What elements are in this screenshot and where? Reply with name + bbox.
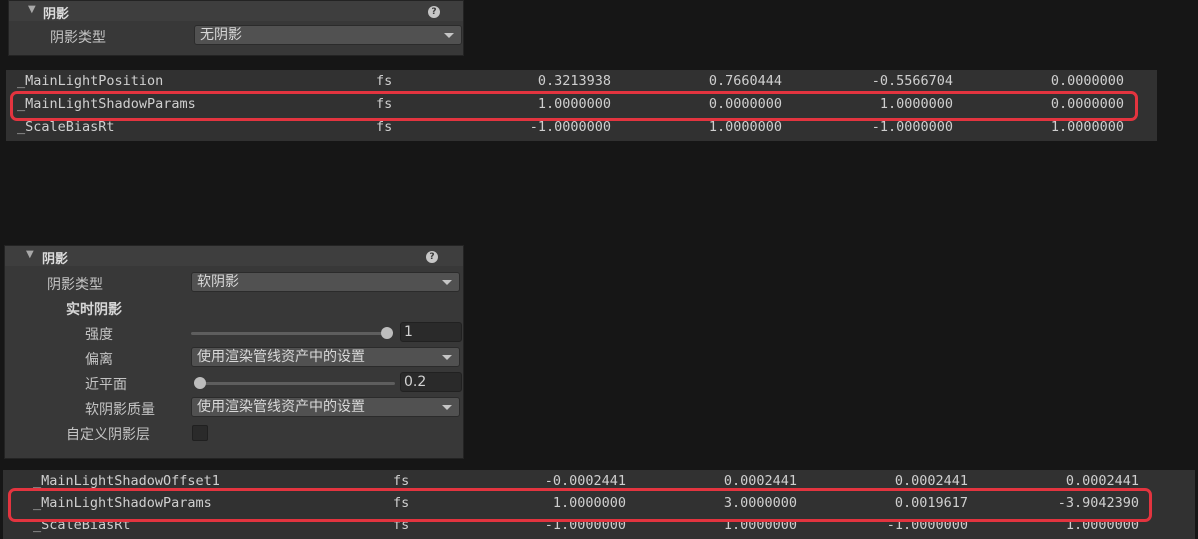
param-value-w: 1.0000000 [1050, 119, 1124, 135]
near-plane-slider-knob[interactable] [194, 377, 206, 389]
panel-title: 阴影 [42, 252, 69, 267]
param-value-z: 0.0002441 [894, 473, 968, 489]
param-name: _MainLightPosition [17, 73, 164, 89]
realtime-shadows-header: 实时阴影 [66, 302, 122, 318]
shadow-type-dropdown[interactable]: 软阴影 [191, 272, 460, 292]
chevron-down-icon [442, 280, 452, 285]
soft-shadow-quality-value: 使用渲染管线资产中的设置 [197, 399, 365, 415]
foldout-triangle-icon[interactable]: ▼ [28, 4, 36, 15]
param-type: fs [393, 473, 410, 489]
shadow-type-value: 无阴影 [200, 27, 242, 43]
param-value-y: 1.0000000 [708, 119, 782, 135]
near-plane-label: 近平面 [85, 377, 127, 393]
near-plane-value: 0.2 [404, 374, 427, 390]
strength-value: 1 [404, 324, 413, 340]
near-plane-slider-track[interactable] [195, 382, 395, 385]
highlight-box [8, 488, 1152, 522]
soft-shadow-quality-dropdown[interactable]: 使用渲染管线资产中的设置 [191, 397, 460, 417]
bias-value: 使用渲染管线资产中的设置 [197, 349, 365, 365]
table-row: _ScaleBiasRt fs -1.0000000 1.0000000 -1.… [6, 119, 1157, 139]
soft-shadow-quality-label: 软阴影质量 [85, 402, 155, 418]
shadow-type-value: 软阴影 [197, 274, 239, 290]
strength-slider-track[interactable] [191, 332, 391, 335]
param-value-x: 0.3213938 [537, 73, 611, 89]
shadow-panel-bottom: ▼ 阴影 ? 阴影类型 软阴影 实时阴影 强度 1 偏离 使用渲染管线资产中的设… [4, 245, 464, 459]
custom-shadow-layers-checkbox[interactable] [192, 425, 208, 441]
near-plane-input[interactable]: 0.2 [400, 372, 462, 392]
bias-label: 偏离 [85, 352, 113, 368]
chevron-down-icon [442, 405, 452, 410]
param-value-z: -1.0000000 [871, 119, 953, 135]
bias-dropdown[interactable]: 使用渲染管线资产中的设置 [191, 347, 460, 367]
chevron-down-icon [444, 33, 454, 38]
shadow-panel-top: ▼ 阴影 ? 阴影类型 无阴影 [8, 0, 464, 56]
panel-title: 阴影 [43, 7, 70, 22]
highlight-box [10, 91, 1138, 121]
shadow-type-label: 阴影类型 [47, 277, 103, 293]
shadow-type-label: 阴影类型 [50, 30, 106, 46]
param-value-z: -0.5566704 [871, 73, 953, 89]
table-row: _MainLightPosition fs 0.3213938 0.766044… [6, 73, 1157, 93]
help-icon[interactable]: ? [428, 6, 440, 18]
strength-slider-knob[interactable] [381, 327, 393, 339]
strength-label: 强度 [85, 327, 113, 343]
param-value-w: 0.0000000 [1050, 73, 1124, 89]
custom-shadow-layers-label: 自定义阴影层 [66, 427, 150, 443]
param-value-y: 0.0002441 [723, 473, 797, 489]
foldout-triangle-icon[interactable]: ▼ [26, 249, 34, 260]
param-value-x: -0.0002441 [544, 473, 626, 489]
chevron-down-icon [442, 355, 452, 360]
param-type: fs [376, 73, 393, 89]
param-value-y: 0.7660444 [708, 73, 782, 89]
help-icon[interactable]: ? [426, 251, 438, 263]
strength-input[interactable]: 1 [400, 322, 462, 342]
param-value-x: -1.0000000 [529, 119, 611, 135]
panel-header[interactable]: ▼ 阴影 ? [9, 1, 463, 22]
param-type: fs [376, 119, 393, 135]
panel-header[interactable]: ▼ 阴影 ? [5, 246, 463, 267]
param-value-w: 0.0002441 [1065, 473, 1139, 489]
param-name: _ScaleBiasRt [17, 119, 115, 135]
shadow-type-dropdown[interactable]: 无阴影 [194, 25, 462, 45]
param-name: _MainLightShadowOffset1 [33, 473, 220, 489]
